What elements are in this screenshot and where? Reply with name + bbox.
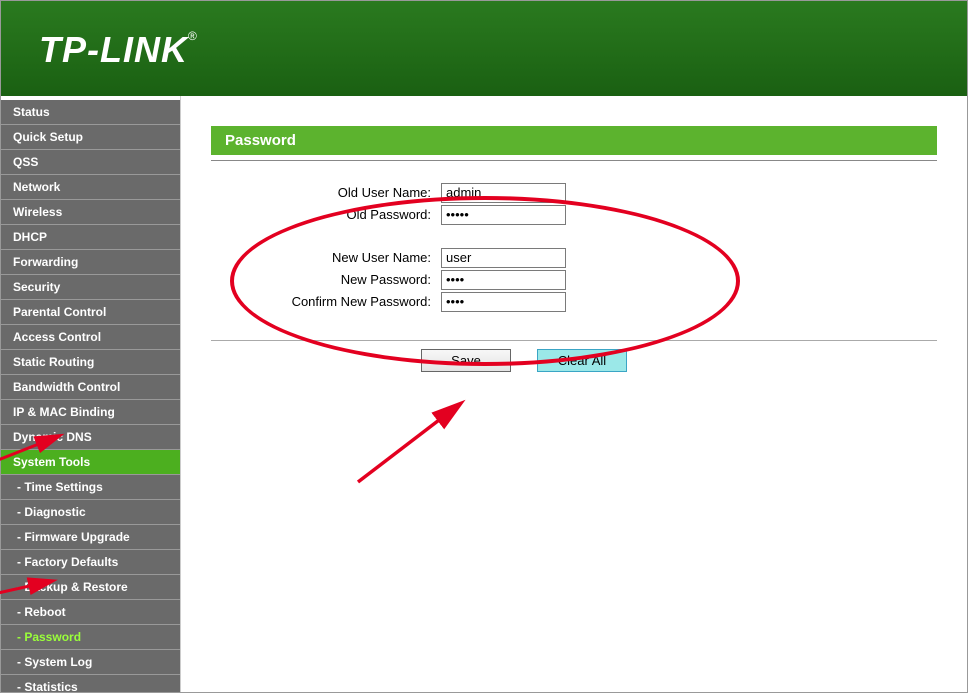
subnav-factory-defaults[interactable]: - Factory Defaults: [1, 550, 180, 575]
nav-dhcp[interactable]: DHCP: [1, 225, 180, 250]
new-user-label: New User Name:: [241, 250, 441, 265]
nav-bandwidth-control[interactable]: Bandwidth Control: [1, 375, 180, 400]
save-button[interactable]: Save: [421, 349, 511, 372]
confirm-pass-label: Confirm New Password:: [241, 294, 441, 309]
brand-logo: TP-LINK®: [39, 29, 198, 70]
panel-title: Password: [211, 126, 937, 155]
subnav-backup-restore[interactable]: - Backup & Restore: [1, 575, 180, 600]
panel-divider-top: [211, 155, 937, 161]
nav-status[interactable]: Status: [1, 100, 180, 125]
subnav-time-settings[interactable]: - Time Settings: [1, 475, 180, 500]
nav-wireless[interactable]: Wireless: [1, 200, 180, 225]
nav-network[interactable]: Network: [1, 175, 180, 200]
nav-ip-mac-binding[interactable]: IP & MAC Binding: [1, 400, 180, 425]
app-header: TP-LINK®: [1, 1, 967, 96]
nav-quick-setup[interactable]: Quick Setup: [1, 125, 180, 150]
sidebar-nav: Status Quick Setup QSS Network Wireless …: [1, 96, 181, 692]
nav-parental-control[interactable]: Parental Control: [1, 300, 180, 325]
nav-system-tools[interactable]: System Tools: [1, 450, 180, 475]
nav-dynamic-dns[interactable]: Dynamic DNS: [1, 425, 180, 450]
old-user-input[interactable]: [441, 183, 566, 203]
clear-all-button[interactable]: Clear All: [537, 349, 627, 372]
nav-forwarding[interactable]: Forwarding: [1, 250, 180, 275]
password-form: Old User Name: Old Password: New User Na…: [241, 181, 937, 313]
new-user-input[interactable]: [441, 248, 566, 268]
old-pass-label: Old Password:: [241, 207, 441, 222]
subnav-reboot[interactable]: - Reboot: [1, 600, 180, 625]
subnav-system-log[interactable]: - System Log: [1, 650, 180, 675]
subnav-diagnostic[interactable]: - Diagnostic: [1, 500, 180, 525]
nav-static-routing[interactable]: Static Routing: [1, 350, 180, 375]
subnav-password[interactable]: - Password: [1, 625, 180, 650]
new-pass-input[interactable]: [441, 270, 566, 290]
panel-divider-bottom: [211, 340, 937, 341]
subnav-statistics[interactable]: - Statistics: [1, 675, 180, 692]
nav-security[interactable]: Security: [1, 275, 180, 300]
confirm-pass-input[interactable]: [441, 292, 566, 312]
main-content: Password Old User Name: Old Password: Ne…: [181, 96, 967, 692]
old-user-label: Old User Name:: [241, 185, 441, 200]
subnav-firmware-upgrade[interactable]: - Firmware Upgrade: [1, 525, 180, 550]
new-pass-label: New Password:: [241, 272, 441, 287]
nav-qss[interactable]: QSS: [1, 150, 180, 175]
nav-access-control[interactable]: Access Control: [1, 325, 180, 350]
old-pass-input[interactable]: [441, 205, 566, 225]
